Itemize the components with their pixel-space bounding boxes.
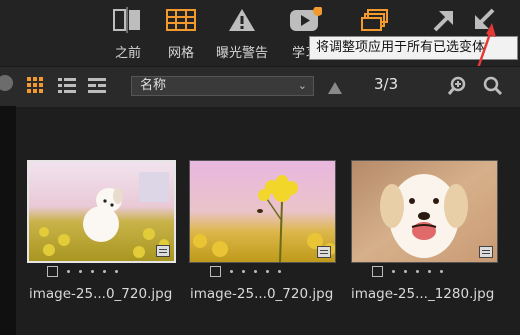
grid-label: 网格 (167, 46, 194, 61)
before-label: 之前 (114, 46, 141, 61)
adjustment-badge-icon (156, 245, 170, 257)
select-checkbox[interactable] (210, 266, 221, 277)
thumbnail-image[interactable] (27, 160, 176, 263)
left-panel-strip (0, 106, 16, 335)
flower-photo (190, 161, 335, 262)
page-indicator: 3/3 (374, 75, 399, 93)
rating-dot[interactable] (230, 270, 233, 273)
rating-dot[interactable] (91, 270, 94, 273)
dog-photo (29, 162, 174, 261)
warning-icon (228, 2, 256, 38)
detail-view-icon[interactable] (88, 77, 106, 97)
zoom-icon[interactable] (447, 76, 467, 100)
rating-dot[interactable] (440, 270, 443, 273)
thumbnail-filename: image-25..._1280.jpg (351, 286, 495, 302)
before-button[interactable]: 之前 (106, 0, 150, 66)
rating-dot[interactable] (404, 270, 407, 273)
adjustment-badge-icon (317, 246, 331, 258)
select-checkbox[interactable] (372, 266, 383, 277)
sort-select[interactable]: 名称 ⌄ (131, 76, 314, 96)
rating-dot[interactable] (67, 270, 70, 273)
thumbnail-image[interactable] (189, 160, 336, 263)
rating-dot[interactable] (79, 270, 82, 273)
rating-dot[interactable] (278, 270, 281, 273)
select-checkbox[interactable] (47, 266, 58, 277)
split-compare-icon (112, 2, 144, 38)
exposure-warning-label: 曝光警告 (215, 46, 268, 61)
adjustment-badge-icon (479, 246, 493, 258)
rating-dot[interactable] (392, 270, 395, 273)
grid-button[interactable]: 网格 (160, 0, 202, 66)
chevron-down-icon: ⌄ (297, 79, 307, 92)
rating-dot[interactable] (254, 270, 257, 273)
thumbnail-filename: image-25...0_720.jpg (29, 286, 173, 302)
stack-icon (359, 2, 391, 38)
rating-dot[interactable] (242, 270, 245, 273)
grid-view-icon[interactable] (27, 77, 45, 97)
thumbnail-rating-row (47, 266, 118, 277)
thumbnail-rating-row (372, 266, 443, 277)
grid-icon (165, 2, 197, 38)
rating-dot[interactable] (103, 270, 106, 273)
thumbnail-filename: image-25...0_720.jpg (190, 286, 334, 302)
rating-dot[interactable] (115, 270, 118, 273)
thumbnail-image[interactable] (351, 160, 498, 263)
sort-ascending-icon[interactable] (328, 79, 342, 98)
sort-select-value: 名称 (140, 78, 167, 93)
search-icon[interactable] (483, 76, 503, 100)
play-icon (288, 2, 322, 38)
rating-dot[interactable] (416, 270, 419, 273)
list-view-icon[interactable] (58, 77, 76, 97)
rating-dot[interactable] (428, 270, 431, 273)
thumbnail-rating-row (210, 266, 281, 277)
rating-dot[interactable] (266, 270, 269, 273)
puppy-photo (352, 161, 497, 262)
exposure-warning-button[interactable]: 曝光警告 (212, 0, 272, 66)
arrow-up-right-icon (429, 2, 457, 38)
